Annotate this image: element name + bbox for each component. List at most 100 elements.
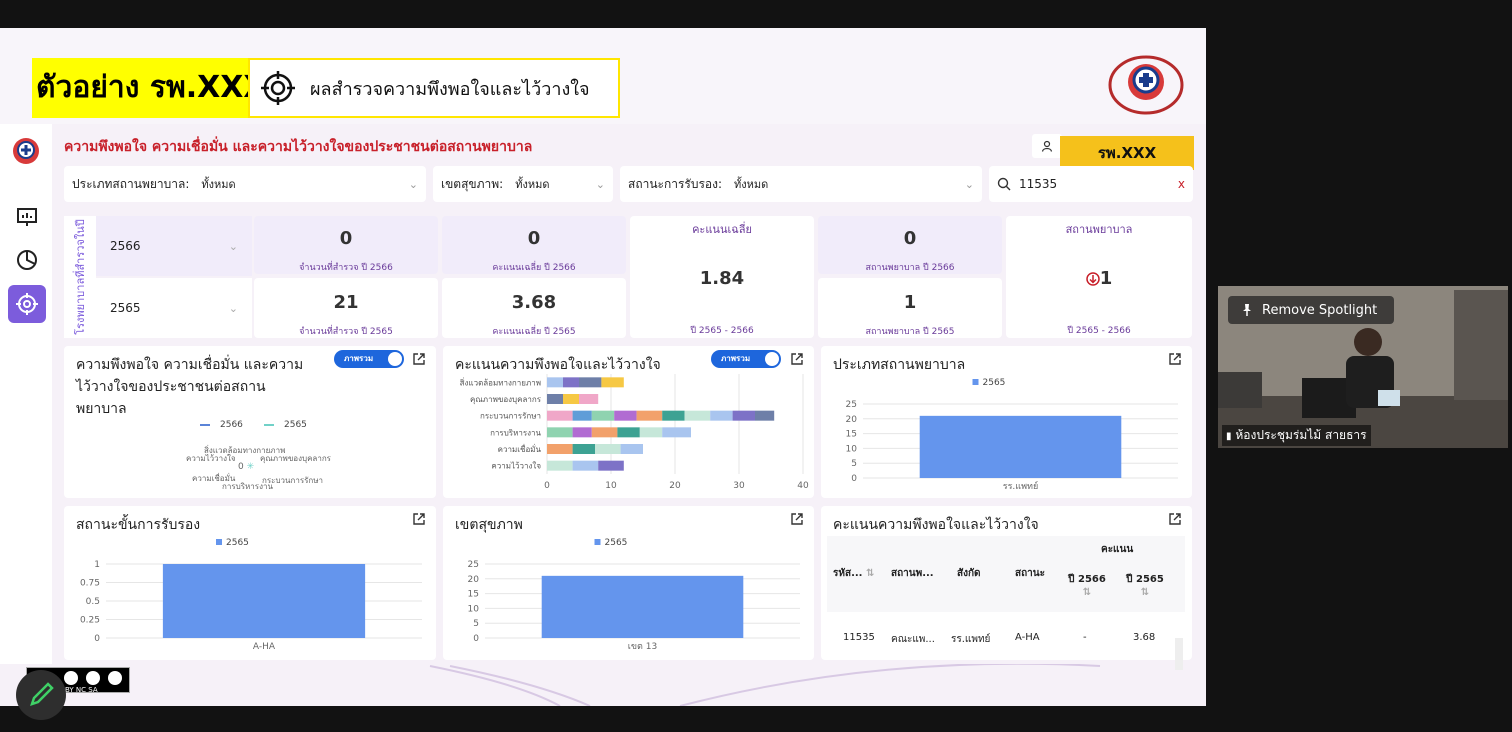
target-nav-button[interactable] bbox=[8, 285, 46, 323]
bar-segment bbox=[732, 410, 755, 421]
y-tick-label: 10 bbox=[468, 604, 480, 614]
sort-icon: ⇅ bbox=[865, 568, 875, 579]
radar-legend-2565: 2565 bbox=[264, 420, 307, 430]
remove-spotlight-button[interactable]: Remove Spotlight bbox=[1228, 296, 1394, 324]
chevron-down-icon: ⌄ bbox=[595, 177, 605, 191]
y-tick-label: สิ่งแวดล้อมทางกายภาพ bbox=[460, 376, 541, 387]
logo-small bbox=[13, 138, 39, 164]
table-col-code[interactable]: รหัส... ⇅ bbox=[833, 566, 874, 581]
health-region-label: เขตสุขภาพ: bbox=[441, 176, 504, 191]
y-tick-label: ความไว้วางใจ bbox=[491, 462, 541, 471]
open-external-icon[interactable] bbox=[1168, 512, 1182, 526]
subtitle-box: ผลสำรวจความพึงพอใจและไว้วางใจ bbox=[248, 58, 620, 118]
y-tick-label: 20 bbox=[846, 415, 858, 425]
pie-chart-icon bbox=[17, 250, 37, 270]
page-title: ความพึงพอใจ ความเชื่อมั่น และความไว้วางใ… bbox=[64, 139, 533, 155]
bar-segment bbox=[614, 410, 637, 421]
clear-search-button[interactable]: x bbox=[1178, 177, 1185, 191]
y-tick-label: คุณภาพของบุคลากร bbox=[470, 395, 542, 404]
x-tick-label: 10 bbox=[605, 481, 617, 491]
bar-segment bbox=[598, 460, 624, 471]
target-icon bbox=[261, 71, 295, 105]
bar-segment bbox=[547, 427, 573, 438]
table-col-status[interactable]: สถานะ bbox=[1015, 566, 1045, 581]
video-tile[interactable]: Remove Spotlight ▮ ห้องประชุมร่มไม้ สายธ… bbox=[1218, 286, 1508, 448]
hospital-button[interactable]: รพ.XXX bbox=[1060, 136, 1194, 170]
slide-subtitle: ผลสำรวจความพึงพอใจและไว้วางใจ bbox=[310, 78, 590, 100]
slide-title: ตัวอย่าง รพ.XXX bbox=[32, 58, 267, 118]
y-tick-label: 15 bbox=[846, 430, 857, 440]
annotate-button[interactable] bbox=[16, 670, 66, 720]
bar-segment bbox=[563, 394, 579, 404]
radar-center-value: 0 ✳ bbox=[238, 462, 255, 472]
bar-segment bbox=[547, 394, 563, 404]
y-tick-label: 1 bbox=[94, 560, 100, 570]
table-col-facility[interactable]: สถานพ... bbox=[891, 566, 934, 581]
health-region-panel: เขตสุขภาพ 2565 0 5 10 15 20 25 เขต 13 bbox=[443, 506, 814, 660]
health-region-filter[interactable]: เขตสุขภาพ: ทั้งหมด ⌄ bbox=[433, 166, 613, 202]
table-scrollbar[interactable] bbox=[1175, 638, 1183, 670]
year-select-bottom[interactable]: 2565 ⌄ bbox=[96, 278, 252, 338]
x-tick-label: รร.แพทย์ bbox=[1003, 480, 1038, 492]
kpi-surveyed-2565: 21 จำนวนที่สำรวจ ปี 2565 bbox=[254, 278, 438, 338]
x-tick-label: 40 bbox=[797, 481, 809, 491]
stacked-bar-chart: 0 10 20 30 40 สิ่งแวดล้อมทางกายภาพคุณภาพของบุ… bbox=[460, 374, 809, 491]
chevron-down-icon: ⌄ bbox=[228, 239, 238, 253]
score-table-panel: คะแนนความพึงพอใจและไว้วางใจ คะแนน รหัส..… bbox=[821, 506, 1192, 670]
user-button[interactable] bbox=[1032, 134, 1062, 158]
open-external-icon[interactable] bbox=[412, 352, 426, 366]
accreditation-chart: 2565 0 0.25 0.5 0.75 1 A-HA bbox=[80, 538, 422, 652]
kpi-surveyed-2566: 0 จำนวนที่สำรวจ ปี 2566 bbox=[254, 216, 438, 274]
facility-type-value: ทั้งหมด bbox=[201, 178, 236, 191]
table-col-affiliation[interactable]: สังกัด bbox=[957, 566, 981, 581]
bar-segment bbox=[547, 377, 563, 388]
radar-axis-label-6: ความไว้วางใจ bbox=[186, 454, 236, 463]
signal-icon: ▮ bbox=[1226, 431, 1232, 442]
search-field[interactable]: 11535 x bbox=[989, 166, 1193, 202]
bar bbox=[162, 564, 366, 638]
bar bbox=[541, 575, 744, 638]
radar-panel: ความพึงพอใจ ความเชื่อมั่น และความไว้วางใ… bbox=[64, 346, 436, 498]
health-region-chart: 2565 0 5 10 15 20 25 เขต 13 bbox=[468, 538, 800, 652]
bar-segment bbox=[572, 444, 595, 454]
open-external-icon[interactable] bbox=[790, 352, 804, 366]
kpi-hospitals-change: สถานพยาบาล 1 ปี 2565 - 2566 bbox=[1006, 216, 1192, 338]
search-icon bbox=[997, 177, 1011, 191]
legend-swatch bbox=[216, 539, 222, 545]
table-col-2565[interactable]: ปี 2565 ⇅ bbox=[1125, 572, 1165, 598]
year-select-top[interactable]: 2566 ⌄ bbox=[96, 216, 252, 276]
bar-segment bbox=[620, 444, 643, 454]
sidebar bbox=[0, 124, 52, 664]
decorative-arcs bbox=[429, 664, 1101, 706]
presentation-nav-button[interactable] bbox=[8, 198, 46, 236]
kpi-avg-2566: 0 คะแนนเฉลี่ย ปี 2566 bbox=[442, 216, 626, 274]
x-tick-label: เขต 13 bbox=[628, 642, 657, 652]
y-tick-label: 15 bbox=[468, 590, 479, 600]
health-region-title: เขตสุขภาพ bbox=[455, 517, 523, 533]
facility-type-filter[interactable]: ประเภทสถานพยาบาล: ทั้งหมด ⌄ bbox=[64, 166, 426, 202]
bar-segment bbox=[684, 410, 711, 421]
overview-toggle[interactable]: ภาพรวม bbox=[711, 350, 781, 368]
search-input[interactable]: 11535 bbox=[1019, 177, 1178, 191]
table-col-2566[interactable]: ปี 2566 ⇅ bbox=[1067, 572, 1107, 598]
open-external-icon[interactable] bbox=[412, 512, 426, 526]
open-external-icon[interactable] bbox=[790, 512, 804, 526]
y-tick-label: 20 bbox=[468, 575, 480, 585]
x-tick-label: 30 bbox=[733, 481, 745, 491]
accreditation-filter[interactable]: สถานะการรับรอง: ทั้งหมด ⌄ bbox=[620, 166, 982, 202]
y-tick-label: กระบวนการรักษา bbox=[480, 412, 541, 421]
shared-screen: ตัวอย่าง รพ.XXX ผลสำรวจความพึงพอใจและไว้… bbox=[0, 28, 1206, 706]
bar-segment bbox=[710, 410, 733, 421]
accreditation-title: สถานะขั้นการรับรอง bbox=[76, 517, 201, 533]
y-tick-label: 0 bbox=[94, 634, 100, 644]
pie-chart-nav-button[interactable] bbox=[8, 241, 46, 279]
score-table-title: คะแนนความพึงพอใจและไว้วางใจ bbox=[833, 517, 1039, 533]
participant-name: ▮ ห้องประชุมร่มไม้ สายธาร bbox=[1222, 425, 1371, 446]
facility-type-title: ประเภทสถานพยาบาล bbox=[833, 357, 966, 373]
overview-toggle[interactable]: ภาพรวม bbox=[334, 350, 404, 368]
open-external-icon[interactable] bbox=[1168, 352, 1182, 366]
bar-segment bbox=[572, 460, 599, 471]
surveyed-year-label: โรงพยาบาลที่สำรวจในปี bbox=[64, 216, 96, 338]
target-icon bbox=[16, 293, 38, 315]
bar-segment bbox=[572, 410, 592, 421]
